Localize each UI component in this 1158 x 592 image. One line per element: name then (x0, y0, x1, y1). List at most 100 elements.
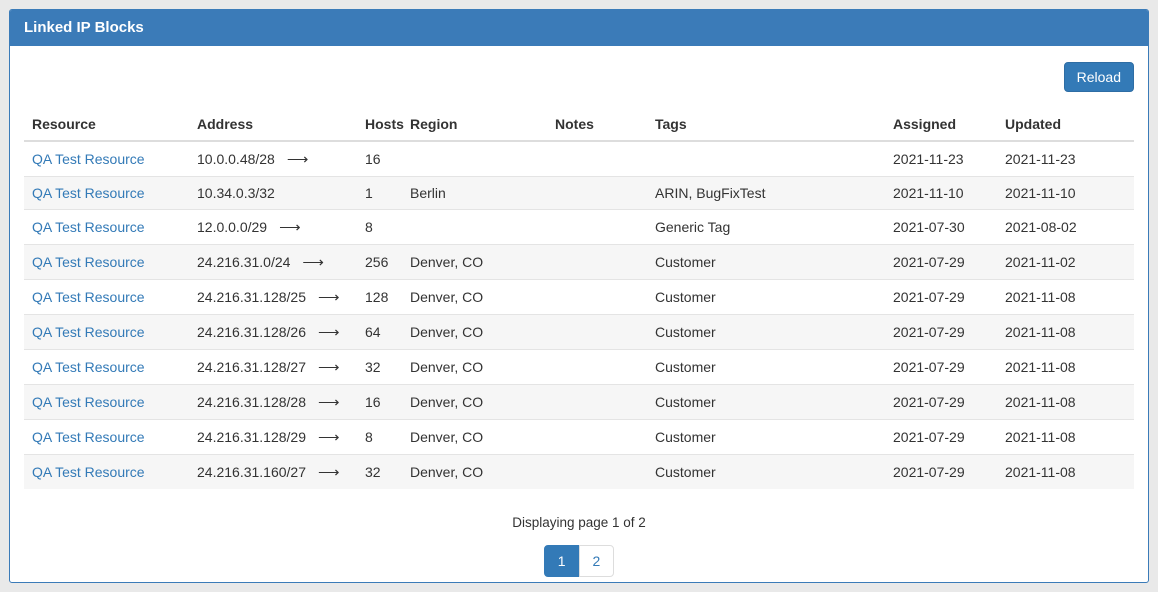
address-cell: 24.216.31.128/25⟶ (189, 280, 357, 315)
column-header-hosts: Hosts (357, 108, 402, 141)
page-button-2[interactable]: 2 (579, 545, 615, 577)
address-cell: 24.216.31.0/24 ⟶ (189, 245, 357, 280)
address-text: 24.216.31.0/24 (197, 254, 290, 270)
resource-link[interactable]: QA Test Resource (32, 359, 145, 375)
arrow-right-icon[interactable]: ⟶ (318, 359, 340, 376)
arrow-right-icon[interactable]: ⟶ (318, 429, 340, 446)
hosts-cell: 8 (357, 210, 402, 245)
column-header-tags: Tags (647, 108, 885, 141)
assigned-cell: 2021-07-29 (885, 385, 997, 420)
table-row: QA Test Resource 24.216.31.128/25⟶ 128 D… (24, 280, 1134, 315)
table-row: QA Test Resource 24.216.31.128/26⟶ 64 De… (24, 315, 1134, 350)
column-header-address: Address (189, 108, 357, 141)
notes-cell (547, 315, 647, 350)
resource-link[interactable]: QA Test Resource (32, 254, 145, 270)
updated-cell: 2021-11-08 (997, 455, 1134, 490)
column-header-resource: Resource (24, 108, 189, 141)
ip-blocks-table: ResourceAddressHostsRegionNotesTagsAssig… (24, 108, 1134, 489)
reload-button[interactable]: Reload (1064, 62, 1134, 92)
resource-link[interactable]: QA Test Resource (32, 219, 145, 235)
table-row: QA Test Resource 24.216.31.128/27⟶ 32 De… (24, 350, 1134, 385)
address-text: 24.216.31.128/28 (197, 394, 306, 410)
address-cell: 24.216.31.128/27⟶ (189, 350, 357, 385)
pagination-status: Displaying page 1 of 2 (24, 515, 1134, 530)
address-cell: 12.0.0.0/29 ⟶ (189, 210, 357, 245)
tags-cell: Customer (647, 420, 885, 455)
tags-cell (647, 141, 885, 177)
tags-cell: Customer (647, 350, 885, 385)
address-cell: 24.216.31.128/28 ⟶ (189, 385, 357, 420)
address-text: 12.0.0.0/29 (197, 219, 267, 235)
resource-link[interactable]: QA Test Resource (32, 464, 145, 480)
assigned-cell: 2021-11-23 (885, 141, 997, 177)
resource-link[interactable]: QA Test Resource (32, 289, 145, 305)
updated-cell: 2021-11-02 (997, 245, 1134, 280)
arrow-right-icon[interactable]: ⟶ (302, 254, 324, 271)
arrow-right-icon[interactable]: ⟶ (318, 289, 340, 306)
updated-cell: 2021-11-08 (997, 280, 1134, 315)
arrow-right-icon[interactable]: ⟶ (287, 151, 309, 168)
notes-cell (547, 210, 647, 245)
table-row: QA Test Resource 12.0.0.0/29⟶ 8 Generic … (24, 210, 1134, 245)
pagination: 12 (24, 545, 1134, 577)
arrow-right-icon[interactable]: ⟶ (279, 219, 301, 236)
assigned-cell: 2021-07-30 (885, 210, 997, 245)
tags-cell: Customer (647, 315, 885, 350)
resource-link[interactable]: QA Test Resource (32, 151, 145, 167)
resource-link[interactable]: QA Test Resource (32, 185, 145, 201)
resource-cell: QA Test Resource (24, 141, 189, 177)
address-cell: 24.216.31.128/29 ⟶ (189, 420, 357, 455)
resource-cell: QA Test Resource (24, 177, 189, 210)
toolbar: Reload (24, 62, 1134, 92)
region-cell: Denver, CO (402, 455, 547, 490)
panel-header: Linked IP Blocks (10, 10, 1148, 46)
updated-cell: 2021-11-08 (997, 315, 1134, 350)
resource-cell: QA Test Resource (24, 385, 189, 420)
column-header-notes: Notes (547, 108, 647, 141)
assigned-cell: 2021-07-29 (885, 245, 997, 280)
address-cell: 10.0.0.48/28 ⟶ (189, 141, 357, 177)
tags-cell: Customer (647, 245, 885, 280)
resource-cell: QA Test Resource (24, 350, 189, 385)
linked-ip-blocks-panel: Linked IP Blocks Reload ResourceAddressH… (9, 9, 1149, 583)
hosts-cell: 8 (357, 420, 402, 455)
address-text: 10.0.0.48/28 (197, 151, 275, 167)
resource-link[interactable]: QA Test Resource (32, 394, 145, 410)
notes-cell (547, 280, 647, 315)
region-cell (402, 210, 547, 245)
region-cell: Denver, CO (402, 385, 547, 420)
tags-cell: ARIN, BugFixTest (647, 177, 885, 210)
updated-cell: 2021-08-02 (997, 210, 1134, 245)
region-cell: Denver, CO (402, 350, 547, 385)
updated-cell: 2021-11-08 (997, 420, 1134, 455)
resource-link[interactable]: QA Test Resource (32, 429, 145, 445)
page-button-1[interactable]: 1 (544, 545, 580, 577)
arrow-right-icon[interactable]: ⟶ (318, 324, 340, 341)
region-cell (402, 141, 547, 177)
notes-cell (547, 245, 647, 280)
notes-cell (547, 350, 647, 385)
hosts-cell: 1 (357, 177, 402, 210)
updated-cell: 2021-11-08 (997, 385, 1134, 420)
arrow-right-icon[interactable]: ⟶ (318, 464, 340, 481)
hosts-cell: 64 (357, 315, 402, 350)
table-body: QA Test Resource 10.0.0.48/28 ⟶ 16 2021-1… (24, 141, 1134, 489)
table-row: QA Test Resource 10.0.0.48/28 ⟶ 16 2021-1… (24, 141, 1134, 177)
hosts-cell: 16 (357, 141, 402, 177)
resource-link[interactable]: QA Test Resource (32, 324, 145, 340)
resource-cell: QA Test Resource (24, 420, 189, 455)
column-header-updated: Updated (997, 108, 1134, 141)
region-cell: Berlin (402, 177, 547, 210)
tags-cell: Customer (647, 385, 885, 420)
region-cell: Denver, CO (402, 280, 547, 315)
resource-cell: QA Test Resource (24, 455, 189, 490)
hosts-cell: 32 (357, 455, 402, 490)
address-text: 24.216.31.128/29 (197, 429, 306, 445)
region-cell: Denver, CO (402, 245, 547, 280)
arrow-right-icon[interactable]: ⟶ (318, 394, 340, 411)
assigned-cell: 2021-11-10 (885, 177, 997, 210)
column-header-assigned: Assigned (885, 108, 997, 141)
hosts-cell: 128 (357, 280, 402, 315)
updated-cell: 2021-11-23 (997, 141, 1134, 177)
assigned-cell: 2021-07-29 (885, 280, 997, 315)
